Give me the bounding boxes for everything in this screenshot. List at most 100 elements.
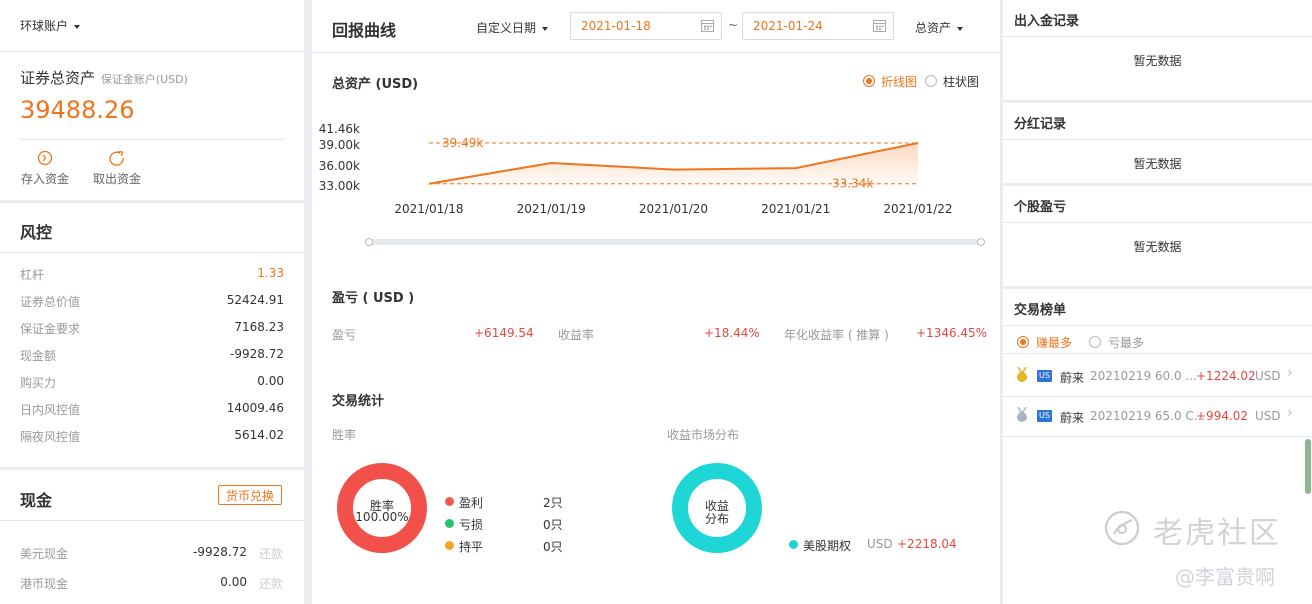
market-dist-label: 收益市场分布 (667, 428, 740, 442)
ranking-contract: 20210219 60.0 ... (1090, 369, 1197, 383)
ranking-stock-name: 蔚来 (1060, 411, 1085, 425)
annual-return-label: 年化收益率 ( 推算 ) (784, 328, 889, 342)
risk-row-value: 52424.91 (226, 293, 284, 307)
return-rate-label: 收益率 (558, 328, 595, 342)
line-chart-label[interactable]: 折线图 (881, 73, 917, 90)
scrollbar-thumb[interactable] (1305, 439, 1311, 494)
calendar-icon (873, 20, 886, 32)
stock-pnl-empty: 暂无数据 (1133, 240, 1182, 254)
legend-dot (445, 497, 454, 506)
y-tick-label: 39.00k (319, 138, 360, 152)
risk-row-label: 购买力 (20, 376, 57, 390)
market-badge: US (1037, 410, 1052, 422)
calendar-icon (701, 20, 714, 32)
deposit-records-section: 出入金记录 暂无数据 (1003, 0, 1312, 100)
win-legend-label: 亏损 (459, 518, 484, 532)
ranking-row[interactable]: US 蔚来 20210219 60.0 ... +1224.02 USD › (1003, 359, 1312, 397)
repay-button[interactable]: 还款 (259, 545, 283, 562)
deposit-button[interactable]: 存入资金 (20, 150, 70, 187)
bar-chart-radio[interactable] (925, 75, 937, 87)
cash-title: 现金 (20, 491, 53, 510)
repay-button[interactable]: 还款 (259, 575, 283, 592)
market-center-line2: 分布 (704, 512, 729, 526)
ranking-title: 交易榜单 (1014, 303, 1067, 318)
risk-row-value: 14009.46 (226, 401, 284, 415)
y-tick-label: 33.00k (319, 179, 360, 193)
risk-row-label: 杠杆 (20, 268, 45, 282)
win-legend-count: 0只 (543, 518, 563, 532)
chevron-right-icon: › (1287, 405, 1293, 421)
ranking-value: +1224.02 (1196, 369, 1256, 383)
cash-row-value: 0.00 (220, 575, 247, 589)
chart-zoom-slider[interactable] (367, 239, 983, 245)
slider-handle-right[interactable] (977, 238, 985, 246)
total-assets-value: 39488.26 (20, 96, 135, 124)
deposit-label: 存入资金 (20, 172, 69, 186)
risk-row-label: 证券总价值 (20, 295, 81, 309)
ranking-currency: USD (1255, 409, 1281, 423)
cash-section: 现金 货币兑换 美元现金 -9928.72 还款 港币现金 0.00 还款 (0, 470, 304, 604)
date-separator: ~ (728, 18, 739, 32)
chevron-down-icon (74, 24, 81, 29)
ranking-currency: USD (1255, 369, 1281, 383)
pnl-label: 盈亏 (332, 328, 357, 342)
start-date-input[interactable]: 2021-01-18 (570, 12, 722, 40)
ranking-tab-most-loss-radio[interactable] (1089, 336, 1101, 348)
y-tick-label: 36.00k (319, 159, 360, 173)
account-selector[interactable]: 环球账户 (20, 17, 81, 34)
cash-row-value: -9928.72 (193, 545, 247, 559)
withdraw-icon (109, 150, 124, 166)
ranking-section: 交易榜单 赚最多 亏最多 US 蔚来 20210219 60.0 ... +1224.… (1003, 289, 1312, 604)
risk-row-label: 隔夜风控值 (20, 430, 81, 444)
return-curve-title: 回报曲线 (332, 21, 397, 40)
dividend-records-title: 分红记录 (1014, 117, 1067, 132)
ranking-tab-most-loss[interactable]: 亏最多 (1108, 334, 1144, 351)
line-chart-radio[interactable] (863, 75, 875, 87)
date-mode-label: 自定义日期 (476, 21, 537, 35)
ranking-stock-name: 蔚来 (1060, 371, 1085, 385)
cash-row-label: 港币现金 (20, 577, 69, 591)
watermark-brand: 老虎社区 (1153, 516, 1281, 551)
risk-title: 风控 (20, 223, 53, 242)
account-type-label: 保证金账户(USD) (100, 73, 188, 86)
chevron-down-icon (957, 26, 964, 31)
withdraw-button[interactable]: 取出资金 (92, 150, 142, 187)
legend-dot-us-options (789, 540, 798, 549)
date-mode-selector[interactable]: 自定义日期 (476, 19, 549, 36)
risk-row-label: 保证金要求 (20, 322, 81, 336)
start-date-value: 2021-01-18 (581, 19, 651, 33)
ranking-tab-most-gain-radio[interactable] (1017, 336, 1029, 348)
watermark-author: @李富贵啊 (1175, 565, 1275, 589)
return-rate-value: +18.44% (704, 326, 760, 340)
chevron-down-icon (542, 26, 549, 31)
max-label: 39.49k (442, 136, 483, 150)
asset-selector[interactable]: 总资产 (915, 19, 964, 36)
total-assets-chart: 41.46k39.00k36.00k33.00k39.49k33.34k2021… (319, 122, 953, 216)
win-rate-center-value: 100.00% (355, 510, 409, 524)
asset-selector-label: 总资产 (915, 21, 952, 35)
chart-title: 总资产 (USD) (332, 77, 419, 92)
pnl-title: 盈亏 ( USD ) (332, 291, 415, 306)
ranking-row[interactable]: US 蔚来 20210219 65.0 C... +994.02 USD › (1003, 399, 1312, 437)
legend-dot (445, 541, 454, 550)
middle-panel: 回报曲线 自定义日期 2021-01-18 ~ 2021-01-24 总资产 总… (312, 0, 1000, 604)
silver-medal-icon (1017, 407, 1027, 422)
win-legend-count: 0只 (543, 540, 563, 554)
currency-exchange-button[interactable]: 货币兑换 (218, 485, 282, 505)
pnl-value: +6149.54 (474, 326, 534, 340)
cash-row-label: 美元现金 (20, 547, 69, 561)
win-legend-count: 2只 (543, 496, 563, 510)
end-date-input[interactable]: 2021-01-24 (742, 12, 894, 40)
risk-row-value: 1.33 (257, 266, 284, 280)
ranking-tab-most-gain[interactable]: 赚最多 (1036, 334, 1072, 351)
y-tick-label: 41.46k (319, 122, 360, 136)
annual-return-value: +1346.45% (916, 326, 988, 340)
slider-handle-left[interactable] (365, 238, 373, 246)
bar-chart-label[interactable]: 柱状图 (943, 73, 979, 90)
risk-row-label: 日内风控值 (20, 403, 81, 417)
account-selector-label: 环球账户 (20, 19, 69, 33)
stock-pnl-title: 个股盈亏 (1014, 200, 1067, 215)
x-tick-label: 2021/01/20 (639, 202, 708, 216)
dividend-records-empty: 暂无数据 (1133, 157, 1182, 171)
ranking-contract: 20210219 65.0 C... (1090, 409, 1206, 423)
